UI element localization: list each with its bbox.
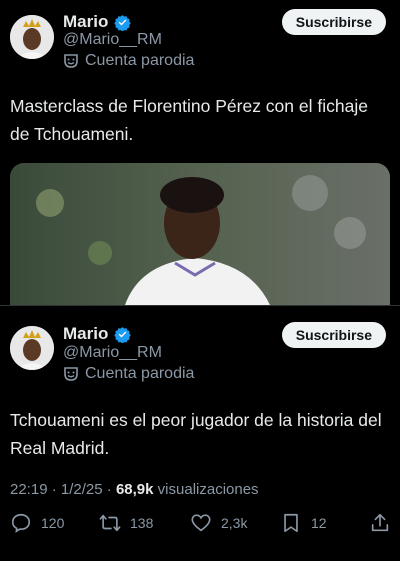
tweet-text: Tchouameni es el peor jugador de la hist…: [10, 410, 382, 458]
like-button[interactable]: 2,3k: [190, 512, 247, 534]
separator: ·: [106, 481, 112, 498]
verified-badge-icon: [114, 326, 132, 343]
bookmark-count: 12: [311, 515, 327, 531]
views-count: 68,9k: [115, 481, 154, 498]
handle[interactable]: @Mario__RM: [63, 344, 162, 362]
theater-mask-icon: [64, 367, 78, 381]
reply-button[interactable]: 120: [10, 512, 64, 534]
subscribe-button[interactable]: Suscribirse: [281, 322, 386, 348]
repost-count: 138: [130, 515, 154, 531]
verified-badge-icon: [114, 14, 132, 31]
date[interactable]: 1/2/25: [61, 481, 103, 498]
reply-icon: [11, 513, 31, 533]
like-count: 2,3k: [221, 515, 248, 531]
avatar[interactable]: [10, 326, 54, 370]
views-label: visualizaciones: [157, 481, 259, 498]
parody-label: Cuenta parodia: [63, 52, 194, 70]
parody-text: Cuenta parodia: [85, 365, 195, 382]
subscribe-button[interactable]: Suscribirse: [281, 9, 386, 35]
reply-count: 120: [41, 515, 65, 531]
handle[interactable]: @Mario__RM: [63, 31, 162, 49]
bookmark-button[interactable]: 12: [280, 512, 327, 534]
action-bar: 120 138 2,3k 12: [0, 512, 400, 540]
quoted-tweet[interactable]: Mario @Mario__RM Cuenta parodia Suscribi…: [0, 0, 400, 306]
tweet-image[interactable]: [10, 163, 390, 305]
tweet-meta: 22:19 · 1/2/25 · 68,9k visualizaciones: [10, 481, 259, 498]
bookmark-icon: [284, 513, 298, 533]
timestamp[interactable]: 22:19: [10, 481, 48, 498]
heart-icon: [191, 514, 211, 532]
avatar[interactable]: [10, 15, 54, 59]
repost-button[interactable]: 138: [99, 512, 153, 534]
share-icon: [371, 513, 389, 532]
display-name[interactable]: Mario: [63, 324, 108, 344]
separator: ·: [51, 481, 57, 498]
display-name[interactable]: Mario: [63, 12, 108, 32]
repost-icon: [99, 514, 121, 532]
parody-label: Cuenta parodia: [63, 365, 194, 383]
theater-mask-icon: [64, 54, 78, 68]
parody-text: Cuenta parodia: [85, 52, 195, 69]
share-button[interactable]: [369, 512, 391, 534]
tweet-text: Masterclass de Florentino Pérez con el f…: [10, 96, 368, 144]
